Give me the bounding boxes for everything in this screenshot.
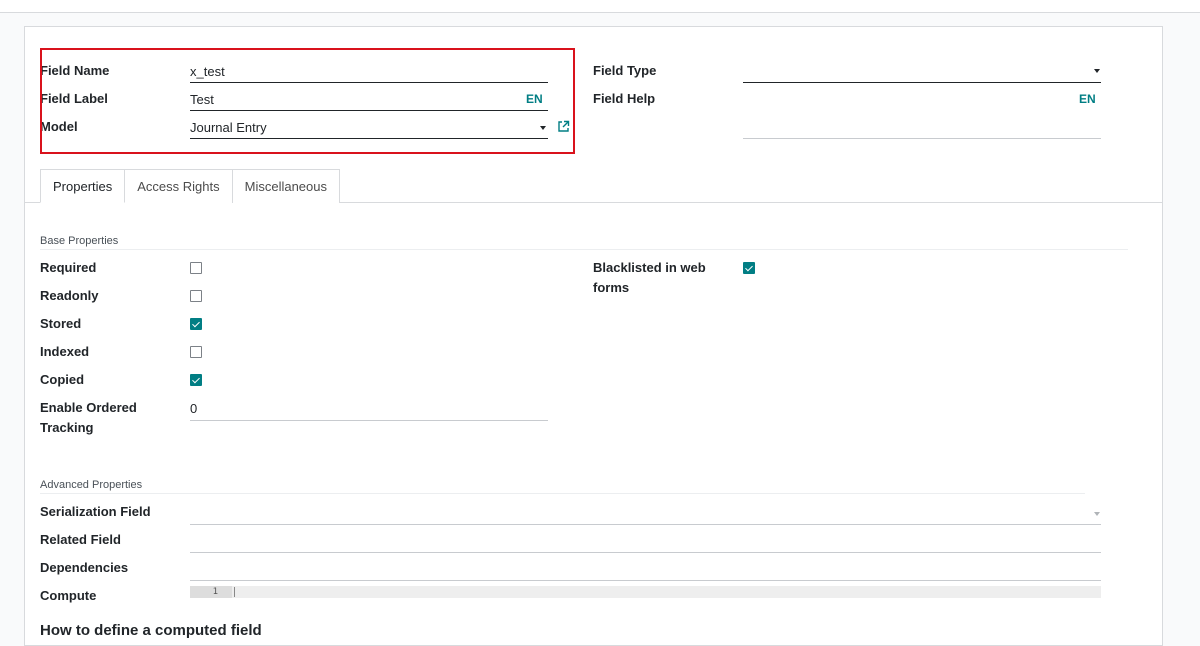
readonly-checkbox[interactable]	[190, 290, 202, 302]
computed-field-help-heading: How to define a computed field	[40, 622, 262, 639]
ordered-tracking-underline	[190, 420, 548, 421]
copied-checkbox[interactable]	[190, 374, 202, 386]
indexed-checkbox[interactable]	[190, 346, 202, 358]
top-bar	[0, 0, 1200, 13]
tab-access-rights[interactable]: Access Rights	[124, 169, 233, 203]
related-field-underline	[190, 552, 1101, 553]
ordered-tracking-label-2: Tracking	[40, 420, 94, 435]
base-properties-rule	[40, 249, 1128, 250]
required-label: Required	[40, 260, 97, 275]
tab-properties[interactable]: Properties	[40, 169, 126, 203]
field-type-underline	[743, 82, 1101, 83]
required-checkbox[interactable]	[190, 262, 202, 274]
tab-miscellaneous[interactable]: Miscellaneous	[231, 169, 340, 203]
ordered-tracking-label: Enable Ordered	[40, 400, 137, 415]
advanced-properties-rule	[40, 493, 1085, 494]
stored-checkbox[interactable]	[190, 318, 202, 330]
advanced-properties-title: Advanced Properties	[40, 479, 143, 491]
field-type-label: Field Type	[593, 63, 657, 78]
field-help-lang-button[interactable]: EN	[1079, 90, 1096, 108]
field-help-label: Field Help	[593, 91, 656, 106]
caret-down-icon[interactable]	[1094, 512, 1100, 516]
related-field-label: Related Field	[40, 532, 121, 547]
code-cursor	[234, 587, 235, 597]
code-line-number: 1	[190, 586, 232, 598]
blacklisted-checkbox[interactable]	[743, 262, 755, 274]
dependencies-label: Dependencies	[40, 560, 129, 575]
dependencies-underline	[190, 580, 1101, 581]
blacklisted-label: Blacklisted in web	[593, 260, 706, 275]
indexed-label: Indexed	[40, 344, 90, 359]
compute-label: Compute	[40, 588, 97, 603]
field-help-underline	[743, 138, 1101, 139]
serialization-field-underline	[190, 524, 1101, 525]
base-properties-title: Base Properties	[40, 235, 119, 247]
readonly-label: Readonly	[40, 288, 99, 303]
copied-label: Copied	[40, 372, 85, 387]
compute-code-editor[interactable]: 1	[190, 586, 1101, 598]
highlight-box	[40, 48, 575, 154]
notebook-tabs: Properties Access Rights Miscellaneous	[40, 169, 340, 203]
blacklisted-label-2: forms	[593, 280, 630, 295]
stored-label: Stored	[40, 316, 82, 331]
caret-down-icon[interactable]	[1094, 69, 1100, 73]
ordered-tracking-input[interactable]: 0	[190, 400, 197, 418]
serialization-field-label: Serialization Field	[40, 504, 151, 519]
